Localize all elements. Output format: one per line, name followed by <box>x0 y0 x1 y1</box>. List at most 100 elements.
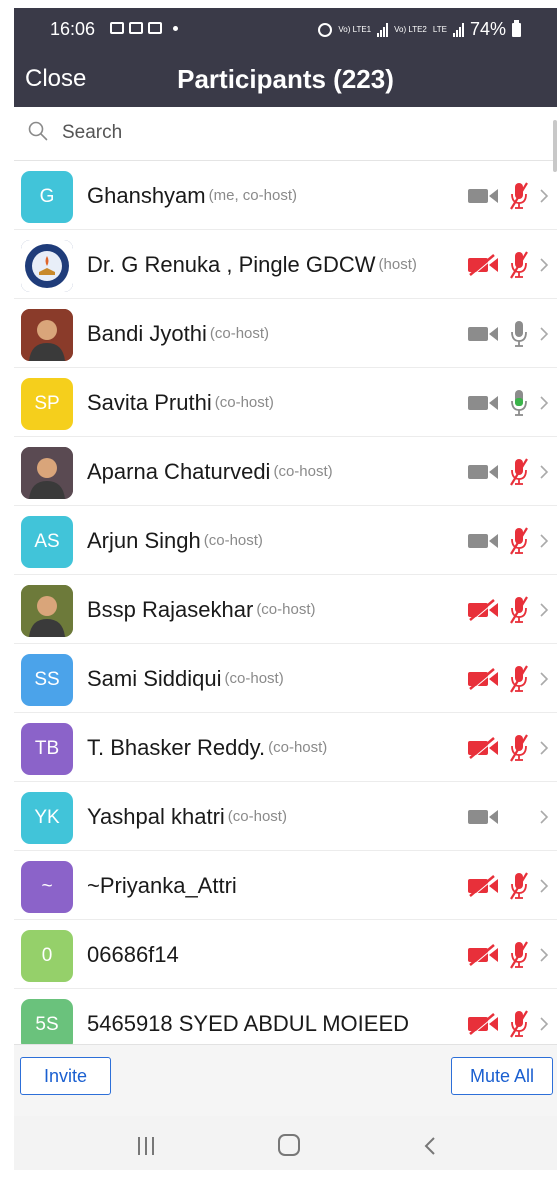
chevron-right-icon[interactable] <box>539 809 549 825</box>
participant-row[interactable]: 5S 5465918 SYED ABDUL MOIEED <box>14 989 557 1044</box>
avatar-initials: YK <box>34 807 60 828</box>
video-camera-icon <box>468 188 498 203</box>
mail-notification-icon <box>129 22 143 34</box>
participant-row[interactable]: TB T. Bhasker Reddy. (co-host) <box>14 713 557 782</box>
participant-name: Yashpal khatri <box>87 803 225 829</box>
participant-name: Bandi Jyothi <box>87 320 207 346</box>
no-audio-placeholder <box>509 802 529 832</box>
chevron-right-icon[interactable] <box>539 1016 549 1032</box>
chevron-right-icon[interactable] <box>539 947 549 963</box>
microphone-icon <box>511 389 527 416</box>
chevron-right-icon[interactable] <box>539 464 549 480</box>
mic-muted-icon <box>510 181 528 210</box>
avatar: AS <box>21 516 73 568</box>
recent-apps-icon[interactable] <box>138 1137 158 1155</box>
participant-row[interactable]: Aparna Chaturvedi (co-host) <box>14 437 557 506</box>
participant-name: Dr. G Renuka , Pingle GDCW <box>87 251 376 277</box>
participant-name-group: ~Priyanka_Attri <box>87 851 237 920</box>
status-time: 16:06 <box>50 19 96 39</box>
participant-controls <box>467 989 549 1044</box>
avatar: 5S <box>21 999 73 1044</box>
participant-role: (co-host) <box>203 532 263 549</box>
mail-notification-icon <box>148 22 162 34</box>
chevron-right-icon[interactable] <box>539 878 549 894</box>
video-off-icon <box>468 943 498 966</box>
participant-name-group: Yashpal khatri (co-host) <box>87 782 287 851</box>
chevron-right-icon[interactable] <box>539 326 549 342</box>
participant-name: 06686f14 <box>87 941 179 967</box>
search-input[interactable] <box>62 117 532 149</box>
participant-name: T. Bhasker Reddy. <box>87 734 266 760</box>
participant-controls <box>467 644 549 713</box>
video-off-icon <box>468 667 498 690</box>
participant-name-group: Savita Pruthi (co-host) <box>87 368 274 437</box>
home-icon[interactable] <box>278 1134 300 1156</box>
mic-muted-icon <box>510 940 528 969</box>
video-camera-icon <box>468 533 498 548</box>
participant-role: (co-host) <box>224 670 284 687</box>
participant-name-group: Arjun Singh (co-host) <box>87 506 263 575</box>
participant-name-group: T. Bhasker Reddy. (co-host) <box>87 713 327 782</box>
mic-muted-icon <box>510 733 528 762</box>
video-camera-icon <box>468 326 498 341</box>
chevron-right-icon[interactable] <box>539 533 549 549</box>
participant-controls <box>467 506 549 575</box>
participant-name: Bssp Rajasekhar <box>87 596 254 622</box>
participant-name-group: Aparna Chaturvedi (co-host) <box>87 437 333 506</box>
chevron-right-icon[interactable] <box>539 188 549 204</box>
search-bar <box>14 107 557 161</box>
back-icon[interactable] <box>422 1136 438 1156</box>
video-camera-icon <box>468 464 498 479</box>
participant-row[interactable]: Bssp Rajasekhar (co-host) <box>14 575 557 644</box>
header: 16:06 Vo) LTE1 Vo) LTE2 LTE 74% Close Pa… <box>14 8 557 107</box>
avatar <box>21 240 73 292</box>
chevron-right-icon[interactable] <box>539 395 549 411</box>
avatar-initials: 5S <box>35 1014 59 1035</box>
participant-role: (co-host) <box>227 808 287 825</box>
chevron-right-icon[interactable] <box>539 671 549 687</box>
college-logo-icon <box>21 240 73 292</box>
participant-name-group: 06686f14 <box>87 920 179 989</box>
avatar: 0 <box>21 930 73 982</box>
avatar-initials: 0 <box>41 945 53 966</box>
footer: Invite Mute All <box>14 1044 557 1116</box>
avatar: YK <box>21 792 73 844</box>
participant-row[interactable]: YK Yashpal khatri (co-host) <box>14 782 557 851</box>
participant-role: (host) <box>378 256 417 273</box>
chevron-right-icon[interactable] <box>539 257 549 273</box>
avatar: SS <box>21 654 73 706</box>
participant-list[interactable]: G Ghanshyam (me, co-host) Dr. G Renuka , Pi… <box>14 161 557 1044</box>
participant-name-group: Bandi Jyothi (co-host) <box>87 299 269 368</box>
participant-row[interactable]: SP Savita Pruthi (co-host) <box>14 368 557 437</box>
mic-muted-icon <box>510 250 528 279</box>
battery-icon <box>512 19 521 37</box>
avatar-initials: AS <box>34 531 60 552</box>
search-icon <box>28 121 48 141</box>
participant-row[interactable]: 0 06686f14 <box>14 920 557 989</box>
profile-photo-icon <box>21 309 73 361</box>
participant-row[interactable]: G Ghanshyam (me, co-host) <box>14 161 557 230</box>
avatar: ~ <box>21 861 73 913</box>
close-button[interactable]: Close <box>25 65 86 93</box>
lte-label: LTE <box>432 24 447 34</box>
mute-all-button[interactable]: Mute All <box>451 1057 553 1095</box>
participant-row[interactable]: Bandi Jyothi (co-host) <box>14 299 557 368</box>
participant-name-group: Dr. G Renuka , Pingle GDCW (host) <box>87 230 417 299</box>
mic-muted-icon <box>510 664 528 693</box>
video-off-icon <box>468 253 498 276</box>
participant-controls <box>467 437 549 506</box>
participant-row[interactable]: AS Arjun Singh (co-host) <box>14 506 557 575</box>
participant-row[interactable]: Dr. G Renuka , Pingle GDCW (host) <box>14 230 557 299</box>
chevron-right-icon[interactable] <box>539 602 549 618</box>
participant-row[interactable]: SS Sami Siddiqui (co-host) <box>14 644 557 713</box>
participant-role: (me, co-host) <box>208 187 297 204</box>
participant-role: (co-host) <box>256 601 316 618</box>
participant-controls <box>467 368 549 437</box>
participant-row[interactable]: ~ ~Priyanka_Attri <box>14 851 557 920</box>
invite-button[interactable]: Invite <box>20 1057 111 1095</box>
chevron-right-icon[interactable] <box>539 740 549 756</box>
avatar-initials: ~ <box>41 876 53 897</box>
notification-icons <box>110 22 178 34</box>
video-off-icon <box>468 736 498 759</box>
participant-role: (co-host) <box>214 394 274 411</box>
